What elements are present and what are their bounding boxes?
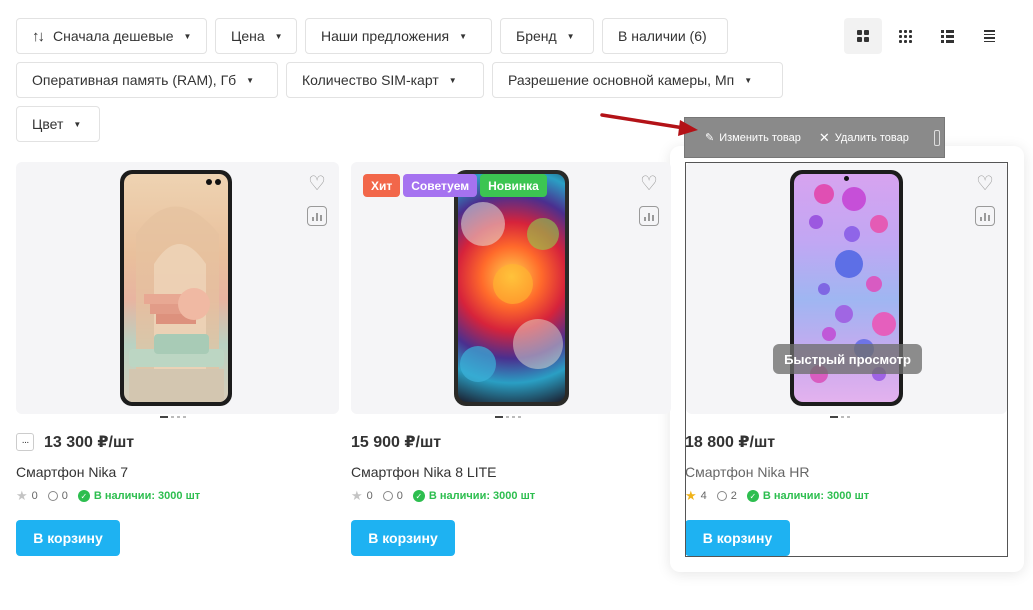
reviews-count: 0 xyxy=(396,490,403,502)
caret-down-icon: ▼ xyxy=(274,31,283,41)
admin-toolbar: ✎ Изменить товар ✕ Удалить товар xyxy=(684,117,945,158)
caret-down-icon: ▼ xyxy=(448,75,457,85)
product-card: Хит Советуем Новинка ♡ 15 900 ₽/шт Смарт… xyxy=(351,162,671,556)
rating-value: 0 xyxy=(366,490,373,502)
image-slider-dots[interactable] xyxy=(160,416,186,418)
filter-price[interactable]: Цена ▼ xyxy=(215,18,297,54)
sort-dropdown[interactable]: ↑↓ Сначала дешевые ▼ xyxy=(16,18,207,54)
more-options-button[interactable]: ··· xyxy=(16,433,34,451)
product-image-area[interactable]: ♡ xyxy=(16,162,339,418)
filter-sim[interactable]: Количество SIM-карт ▼ xyxy=(286,62,484,98)
filter-brand-label: Бренд xyxy=(516,28,557,44)
filter-sim-label: Количество SIM-карт xyxy=(302,72,439,88)
favorite-heart-icon[interactable]: ♡ xyxy=(307,174,327,194)
filter-price-label: Цена xyxy=(231,28,265,44)
filter-ram[interactable]: Оперативная память (RAM), Гб ▼ xyxy=(16,62,278,98)
caret-down-icon: ▼ xyxy=(744,75,753,85)
caret-down-icon: ▼ xyxy=(246,75,255,85)
grid-small-icon xyxy=(898,29,912,43)
product-price: 13 300 ₽/шт xyxy=(44,434,135,451)
delete-product-label: Удалить товар xyxy=(834,131,909,144)
caret-down-icon: ▼ xyxy=(459,31,468,41)
admin-edit-outline xyxy=(685,162,1008,557)
badge-hit: Хит xyxy=(363,174,401,197)
list-icon xyxy=(940,29,954,43)
stock-status: В наличии: 3000 шт xyxy=(428,490,536,502)
badge-recommend: Советуем xyxy=(403,174,478,197)
delete-product-button[interactable]: ✕ Удалить товар xyxy=(819,130,909,146)
view-table-button[interactable] xyxy=(970,18,1008,54)
close-icon: ✕ xyxy=(818,129,830,145)
filter-offers-label: Наши предложения xyxy=(321,28,450,44)
filter-color[interactable]: Цвет ▼ xyxy=(16,106,100,142)
grid-large-icon xyxy=(857,30,869,42)
star-icon: ★ xyxy=(351,488,363,503)
add-to-cart-button[interactable]: В корзину xyxy=(351,520,455,556)
rating-value: 0 xyxy=(31,490,38,502)
filter-color-label: Цвет xyxy=(32,116,64,132)
star-icon: ★ xyxy=(16,488,28,503)
caret-down-icon: ▼ xyxy=(183,31,192,41)
filter-in-stock-label: В наличии (6) xyxy=(618,28,707,44)
pencil-icon: ✎ xyxy=(705,132,715,144)
product-image-area[interactable]: Хит Советуем Новинка ♡ xyxy=(351,162,671,418)
caret-down-icon: ▼ xyxy=(566,31,575,41)
wallpaper-graphic xyxy=(460,202,563,382)
product-name-link[interactable]: Смартфон Nika 7 xyxy=(16,464,128,480)
sort-label: Сначала дешевые xyxy=(53,28,174,44)
add-to-cart-button[interactable]: В корзину xyxy=(16,520,120,556)
sort-icon: ↑↓ xyxy=(32,27,45,45)
product-meta: ★ 0 0 ✓ В наличии: 3000 шт xyxy=(16,488,200,504)
product-card: ♡ ··· 13 300 ₽/шт Смартфон Nika 7 ★ 0 0 … xyxy=(16,162,339,556)
compare-icon[interactable] xyxy=(639,206,659,226)
wallpaper-graphic xyxy=(129,206,224,402)
comment-icon xyxy=(47,491,58,501)
product-price: 15 900 ₽/шт xyxy=(351,434,442,451)
edit-product-label: Изменить товар xyxy=(719,131,801,144)
edit-product-button[interactable]: ✎ Изменить товар xyxy=(705,131,801,145)
view-list-button[interactable] xyxy=(928,18,966,54)
product-name-link[interactable]: Смартфон Nika 8 LITE xyxy=(351,464,496,480)
reviews-count: 0 xyxy=(61,490,68,502)
check-icon: ✓ xyxy=(77,490,90,502)
view-grid-large-button[interactable] xyxy=(844,18,882,54)
check-icon: ✓ xyxy=(412,490,425,502)
view-grid-small-button[interactable] xyxy=(886,18,924,54)
product-meta: ★ 0 0 ✓ В наличии: 3000 шт xyxy=(351,488,535,504)
filter-ram-label: Оперативная память (RAM), Гб xyxy=(32,72,237,88)
product-badges: Хит Советуем Новинка xyxy=(363,174,547,197)
table-icon xyxy=(983,30,995,42)
filter-in-stock[interactable]: В наличии (6) xyxy=(602,18,728,54)
caret-down-icon: ▼ xyxy=(73,119,82,129)
favorite-heart-icon[interactable]: ♡ xyxy=(639,174,659,194)
product-image xyxy=(120,170,232,406)
filter-camera[interactable]: Разрешение основной камеры, Мп ▼ xyxy=(492,62,783,98)
annotation-arrow-icon xyxy=(600,113,698,136)
filter-brand[interactable]: Бренд ▼ xyxy=(500,18,594,54)
product-image xyxy=(454,170,569,406)
filter-camera-label: Разрешение основной камеры, Мп xyxy=(508,72,735,88)
stock-status: В наличии: 3000 шт xyxy=(93,490,201,502)
compare-icon[interactable] xyxy=(307,206,327,226)
badge-new: Новинка xyxy=(480,174,547,197)
image-slider-dots[interactable] xyxy=(495,416,521,418)
comment-icon xyxy=(382,491,393,501)
filter-offers[interactable]: Наши предложения ▼ xyxy=(305,18,492,54)
drag-handle-icon[interactable] xyxy=(934,130,940,146)
